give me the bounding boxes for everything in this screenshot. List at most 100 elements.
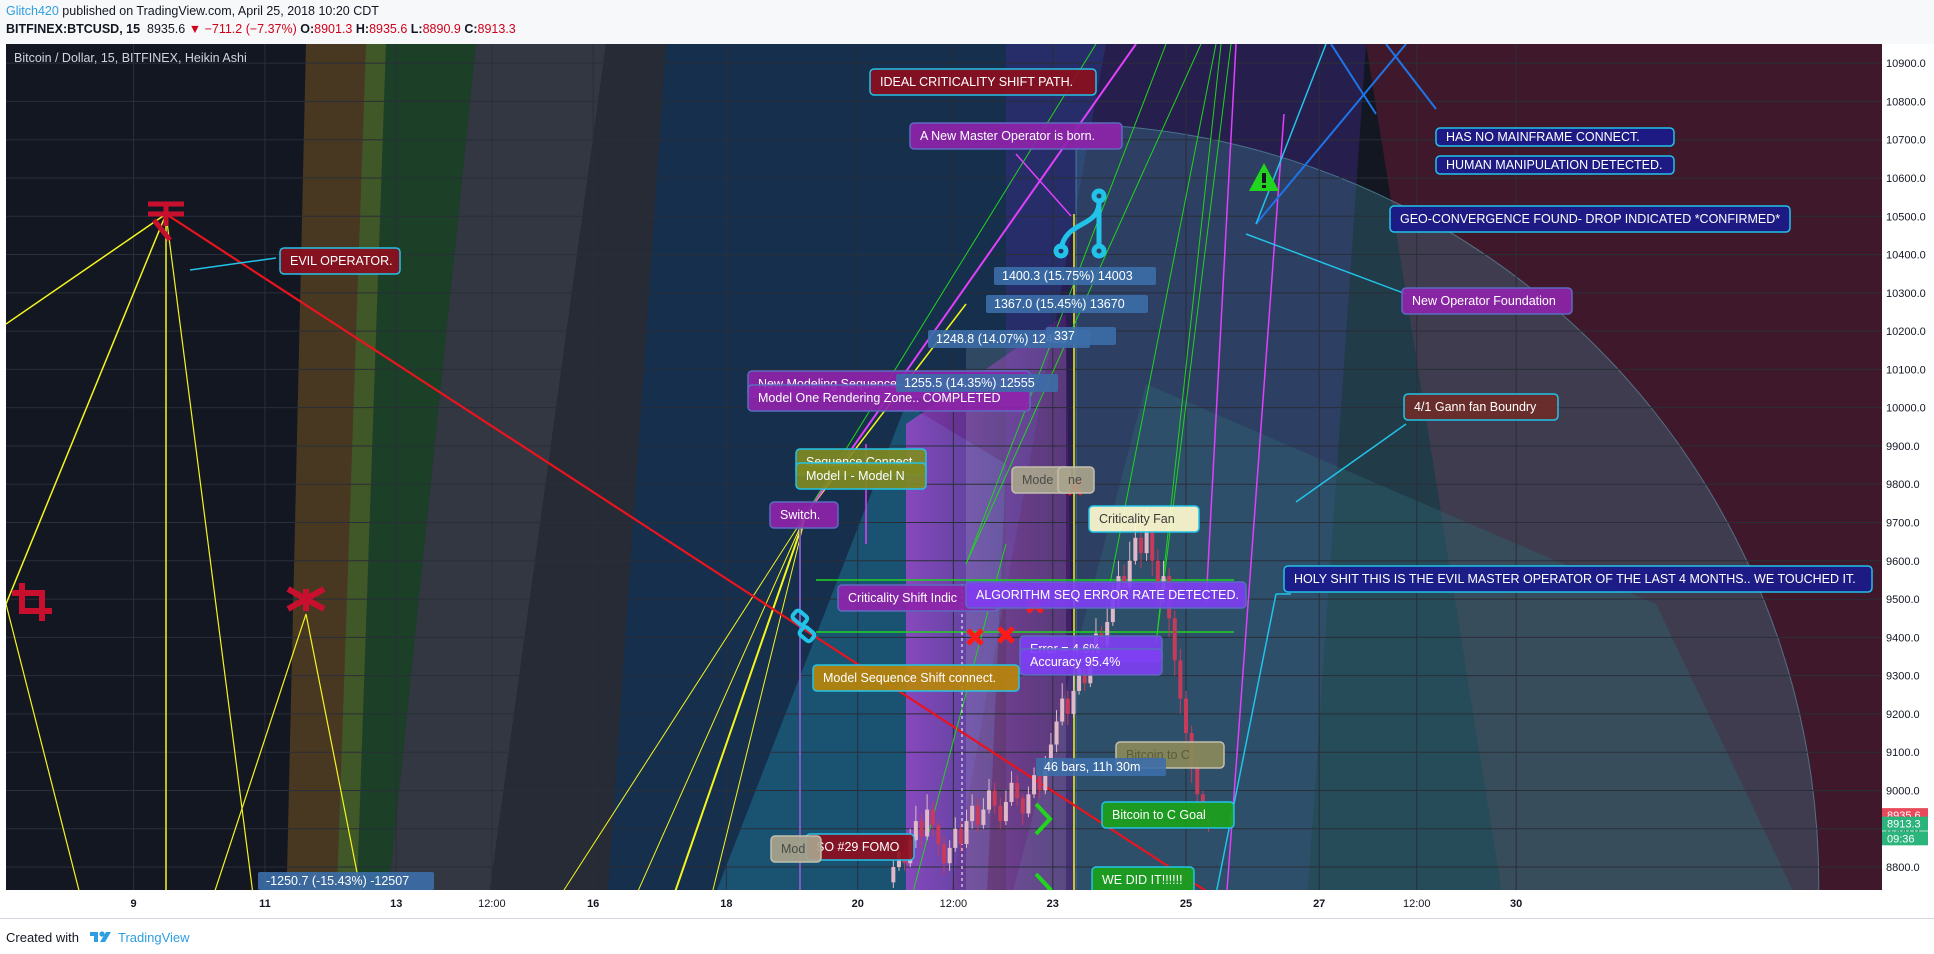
measure-label: 1255.5 (14.35%) 12555 — [896, 374, 1058, 392]
callout-box[interactable]: HUMAN MANIPULATION DETECTED. — [1435, 155, 1675, 175]
time-tick-label: 13 — [390, 898, 402, 910]
time-tick-label: 12:00 — [1403, 898, 1431, 910]
candle-body — [998, 805, 1003, 822]
yellow-line — [6, 213, 167, 605]
callout-text: New Operator Foundation — [1412, 294, 1556, 308]
price-tick-label: 10300.0 — [1886, 288, 1926, 300]
callout-text: SO #29 FOMO — [816, 840, 900, 854]
candle-body — [919, 821, 924, 837]
measure-label: 46 bars, 11h 30m — [1036, 758, 1166, 776]
callout-box[interactable]: GEO-CONVERGENCE FOUND- DROP INDICATED *C… — [1389, 205, 1791, 233]
candle-body — [1026, 794, 1031, 814]
price-tick-label: 10800.0 — [1886, 96, 1926, 108]
candle-body — [964, 821, 969, 845]
footer: Created with TradingView — [0, 918, 1934, 954]
callout-box[interactable]: 4/1 Gann fan Boundry — [1403, 393, 1559, 421]
candle-body — [1071, 690, 1076, 714]
callout-box[interactable]: Criticality Fan — [1088, 505, 1200, 533]
candle-body — [930, 809, 935, 825]
measure-label-text: 1367.0 (15.45%) 13670 — [994, 297, 1125, 311]
symbol-info: BITFINEX:BTCUSD, 15 8935.6 ▼ −711.2 (−7.… — [6, 22, 516, 36]
low-label: L: — [410, 22, 423, 36]
price-tick-label: 9100.0 — [1886, 747, 1920, 759]
callout-box[interactable]: Switch. — [769, 501, 839, 529]
time-tick-label: 12:00 — [478, 898, 506, 910]
price-change: ▼ −711.2 (−7.37%) — [188, 22, 297, 36]
callout-text: EVIL OPERATOR. — [290, 254, 393, 268]
candle-body — [947, 847, 952, 864]
candle-body — [975, 805, 980, 825]
callout-box[interactable]: Bitcoin to C Goal — [1101, 801, 1235, 829]
callout-pointer — [189, 257, 277, 271]
callout-box[interactable]: ne — [1057, 466, 1095, 494]
callout-box[interactable]: New Operator Foundation — [1401, 287, 1573, 315]
price-tick-label: 9300.0 — [1886, 671, 1920, 683]
low-value: 8890.9 — [422, 22, 461, 36]
callout-box[interactable]: Mod — [770, 835, 822, 863]
time-tick-label: 20 — [852, 898, 864, 910]
callout-box[interactable]: Accuracy 95.4% — [1019, 648, 1163, 676]
candle-body — [891, 867, 896, 883]
measure-label-text: 1255.5 (14.35%) 12555 — [904, 376, 1035, 390]
callout-text: Criticality Fan — [1099, 512, 1175, 526]
callout-box[interactable]: Model I - Model N — [795, 462, 927, 490]
created-with-label: Created with — [6, 930, 79, 945]
time-tick-label: 23 — [1047, 898, 1059, 910]
callout-text: Model One Rendering Zone.. COMPLETED — [758, 391, 1000, 405]
candle-body — [1032, 775, 1037, 795]
tradingview-link[interactable]: TradingView — [118, 930, 190, 945]
candle-body — [1054, 721, 1059, 745]
open-label: O: — [300, 22, 315, 36]
callout-text: Mod — [781, 842, 805, 856]
callout-box[interactable]: SO #29 FOMO — [805, 833, 915, 861]
callout-text: Accuracy 95.4% — [1030, 655, 1120, 669]
callout-box[interactable]: IDEAL CRITICALITY SHIFT PATH. — [869, 68, 1097, 96]
candle-body — [1150, 530, 1155, 561]
callout-box[interactable]: A New Master Operator is born. — [909, 122, 1123, 150]
measure-label-text: 337 — [1054, 329, 1075, 343]
tradingview-logo-icon[interactable] — [88, 928, 114, 946]
callout-text: Switch. — [780, 508, 820, 522]
chart-svg[interactable]: IDEAL CRITICALITY SHIFT PATH. A New Maste… — [6, 44, 1928, 918]
price-tick-label: 10200.0 — [1886, 326, 1926, 338]
callout-box[interactable]: EVIL OPERATOR. — [279, 247, 401, 275]
price-tick-label: 10600.0 — [1886, 173, 1926, 185]
price-tick-label: 10400.0 — [1886, 250, 1926, 262]
callout-text: A New Master Operator is born. — [920, 129, 1095, 143]
callout-box[interactable]: WE DID IT!!!!!! — [1091, 866, 1195, 894]
publish-header: Glitch420 published on TradingView.com, … — [0, 0, 1934, 44]
price-tick-label: 9900.0 — [1886, 441, 1920, 453]
time-axis[interactable]: 9 11 13 12:00 16 18 20 12:00 23 25 27 12:00 30 — [6, 890, 1928, 918]
price-tick-label: 9200.0 — [1886, 709, 1920, 721]
price-axis[interactable]: 8800.08900.09000.09100.09200.09300.09400… — [1882, 44, 1928, 918]
candle-body — [992, 790, 997, 806]
candle-body — [942, 844, 946, 864]
candle-body — [1015, 782, 1020, 799]
price-tick-label: 10100.0 — [1886, 364, 1926, 376]
price-marker-label: 8913.3 — [1887, 819, 1921, 831]
candle-body — [1037, 775, 1042, 791]
chart-area[interactable]: IDEAL CRITICALITY SHIFT PATH. A New Maste… — [6, 44, 1928, 918]
callout-box[interactable]: ALGORITHM SEQ ERROR RATE DETECTED. — [965, 581, 1247, 609]
price-marker-label: 09:36 — [1887, 833, 1915, 845]
callout-box[interactable]: HAS NO MAINFRAME CONNECT. — [1435, 127, 1675, 147]
yellow-line — [6, 603, 87, 918]
candle-body — [1060, 698, 1065, 722]
high-value: 8935.6 — [369, 22, 408, 36]
candle-body — [1133, 537, 1138, 561]
measure-label-text: 1400.3 (15.75%) 14003 — [1002, 269, 1133, 283]
callout-box[interactable]: HOLY SHIT THIS IS THE EVIL MASTER OPERAT… — [1283, 565, 1873, 593]
author-link[interactable]: Glitch420 — [6, 4, 59, 18]
red-crop-glyph — [12, 583, 52, 621]
measure-label: 337 — [1046, 327, 1116, 345]
callout-box[interactable]: Model Sequence Shift connect. — [812, 664, 1020, 692]
measure-label: 1400.3 (15.75%) 14003 — [994, 267, 1156, 285]
candle-body — [1172, 618, 1177, 661]
candle-body — [1020, 798, 1025, 814]
candle-body — [981, 809, 986, 825]
price-tick-label: 9700.0 — [1886, 518, 1920, 530]
time-tick-label: 27 — [1313, 898, 1325, 910]
callout-text: Criticality Shift Indic — [848, 591, 957, 605]
price-tick-label: 9500.0 — [1886, 594, 1920, 606]
candle-body — [1065, 698, 1070, 714]
